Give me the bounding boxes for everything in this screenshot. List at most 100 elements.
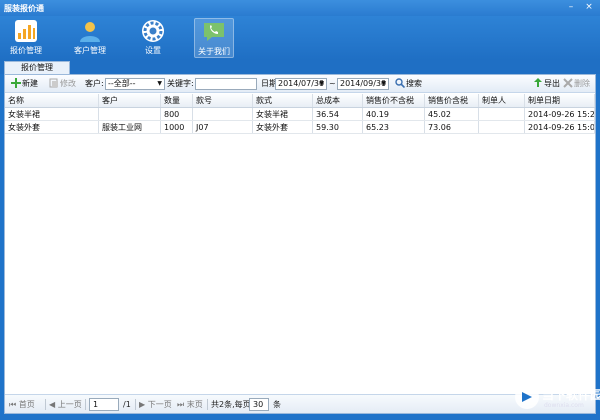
col-header-quantity[interactable]: 数量 [161, 94, 193, 107]
export-button[interactable]: 导出 [533, 78, 560, 90]
first-page-label: 首页 [18, 400, 35, 409]
last-page-button[interactable]: ⏭ 末页 [177, 399, 203, 410]
prev-page-button[interactable]: ◀ 上一页 [49, 399, 82, 410]
col-header-style-no[interactable]: 款号 [193, 94, 253, 107]
date-to-select[interactable]: 2014/09/30 ▼ [337, 78, 389, 90]
col-header-creator[interactable]: 制单人 [479, 94, 525, 107]
content-panel: 新建 修改 客户: --全部-- ▼ 关键字: 日期: 2014/07/30 ▼… [4, 74, 596, 414]
date-to-value: 2014/09/30 [340, 79, 387, 88]
search-button[interactable]: 搜索 [395, 78, 422, 90]
keyword-input[interactable] [195, 78, 257, 90]
ribbon-customer-management[interactable]: 客户管理 [70, 18, 110, 58]
divider [85, 399, 86, 410]
customer-select-value: --全部-- [108, 79, 136, 88]
plus-icon [11, 78, 21, 88]
watermark: 当下软件园 downxia.com [514, 384, 600, 414]
close-button[interactable]: × [582, 2, 596, 14]
cell-price-inc-tax: 45.02 [425, 108, 479, 120]
chevron-down-icon: ▼ [319, 80, 324, 87]
cell-style-no [193, 108, 253, 120]
cell-name: 女装半裙 [5, 108, 99, 120]
export-icon [533, 78, 543, 88]
cell-style: 女装半裙 [253, 108, 313, 120]
first-page-icon: ⏮ [9, 400, 17, 409]
minimize-button[interactable]: – [564, 2, 578, 14]
watermark-text: 当下软件园 [542, 388, 600, 402]
cell-price-ex-tax: 65.23 [363, 121, 425, 133]
ribbon: 报价管理 客户管理 设置 关于我们 [0, 16, 600, 60]
tab-quote-management[interactable]: 报价管理 [4, 61, 70, 74]
cell-customer: 服装工业网 [99, 121, 161, 133]
pagination-bar: ⏮ 首页 ◀ 上一页 1 /1 ▶ 下一页 ⏭ 末页 共2条,每页 30 条 [5, 394, 595, 413]
ribbon-label: 客户管理 [74, 46, 106, 55]
col-header-customer[interactable]: 客户 [99, 94, 161, 107]
page-summary: 共2条,每页 [211, 400, 251, 409]
date-separator: ~ [329, 79, 336, 88]
last-page-label: 末页 [186, 400, 203, 409]
table-header: 名称 客户 数量 款号 款式 总成本 销售价不含税 销售价含税 制单人 制单日期 [5, 94, 595, 108]
cell-style: 女装外套 [253, 121, 313, 133]
tab-strip: 报价管理 [0, 60, 600, 74]
cell-price-ex-tax: 40.19 [363, 108, 425, 120]
first-page-button[interactable]: ⏮ 首页 [9, 399, 35, 410]
col-header-name[interactable]: 名称 [5, 94, 99, 107]
next-page-label: 下一页 [147, 400, 172, 409]
chart-icon [14, 19, 38, 43]
page-size-unit: 条 [273, 400, 281, 409]
table-row[interactable]: 女装外套 服装工业网 1000 J07 女装外套 59.30 65.23 73.… [5, 121, 595, 134]
ribbon-label: 关于我们 [198, 47, 230, 56]
chevron-down-icon: ▼ [157, 80, 162, 87]
cell-creator [479, 121, 525, 133]
cell-date: 2014-09-26 15:07 [525, 121, 595, 133]
edit-button-label: 修改 [60, 79, 76, 88]
page-number-input[interactable]: 1 [89, 398, 119, 411]
cell-quantity: 800 [161, 108, 193, 120]
user-icon [78, 19, 102, 43]
watermark-subtext: downxia.com [544, 402, 584, 409]
next-page-icon: ▶ [139, 400, 146, 409]
new-button[interactable]: 新建 [11, 78, 38, 90]
date-from-value: 2014/07/30 [278, 79, 325, 88]
cell-style-no: J07 [193, 121, 253, 133]
ribbon-quote-management[interactable]: 报价管理 [6, 18, 46, 58]
delete-icon [563, 78, 573, 88]
col-header-date[interactable]: 制单日期 [525, 94, 595, 107]
keyword-label: 关键字: [167, 79, 194, 88]
edit-icon [49, 78, 59, 88]
window-controls: – × [564, 2, 596, 14]
ribbon-about-us[interactable]: 关于我们 [194, 18, 234, 58]
ribbon-label: 报价管理 [10, 46, 42, 55]
export-button-label: 导出 [544, 79, 560, 88]
title-bar: 服装报价通 – × [0, 0, 600, 16]
toolbar: 新建 修改 客户: --全部-- ▼ 关键字: 日期: 2014/07/30 ▼… [5, 75, 595, 93]
cell-total-cost: 36.54 [313, 108, 363, 120]
divider [135, 399, 136, 410]
delete-button[interactable]: 删除 [563, 78, 590, 90]
phone-icon [202, 20, 226, 44]
cell-name: 女装外套 [5, 121, 99, 133]
divider [45, 399, 46, 410]
gear-icon [141, 19, 165, 43]
cell-quantity: 1000 [161, 121, 193, 133]
table-row[interactable]: 女装半裙 800 女装半裙 36.54 40.19 45.02 2014-09-… [5, 108, 595, 121]
ribbon-label: 设置 [145, 46, 161, 55]
col-header-style[interactable]: 款式 [253, 94, 313, 107]
search-button-label: 搜索 [406, 79, 422, 88]
prev-page-label: 上一页 [57, 400, 82, 409]
col-header-price-ex-tax[interactable]: 销售价不含税 [363, 94, 425, 107]
page-size-input[interactable]: 30 [249, 398, 269, 411]
col-header-total-cost[interactable]: 总成本 [313, 94, 363, 107]
edit-button[interactable]: 修改 [49, 78, 76, 90]
next-page-button[interactable]: ▶ 下一页 [139, 399, 172, 410]
customer-select[interactable]: --全部-- ▼ [105, 78, 165, 90]
divider [207, 399, 208, 410]
last-page-icon: ⏭ [177, 400, 185, 409]
date-from-select[interactable]: 2014/07/30 ▼ [275, 78, 327, 90]
ribbon-settings[interactable]: 设置 [133, 18, 173, 58]
search-icon [395, 78, 406, 89]
col-header-price-inc-tax[interactable]: 销售价含税 [425, 94, 479, 107]
delete-button-label: 删除 [574, 79, 590, 88]
chevron-down-icon: ▼ [381, 80, 386, 87]
cell-date: 2014-09-26 15:22 [525, 108, 595, 120]
cell-price-inc-tax: 73.06 [425, 121, 479, 133]
